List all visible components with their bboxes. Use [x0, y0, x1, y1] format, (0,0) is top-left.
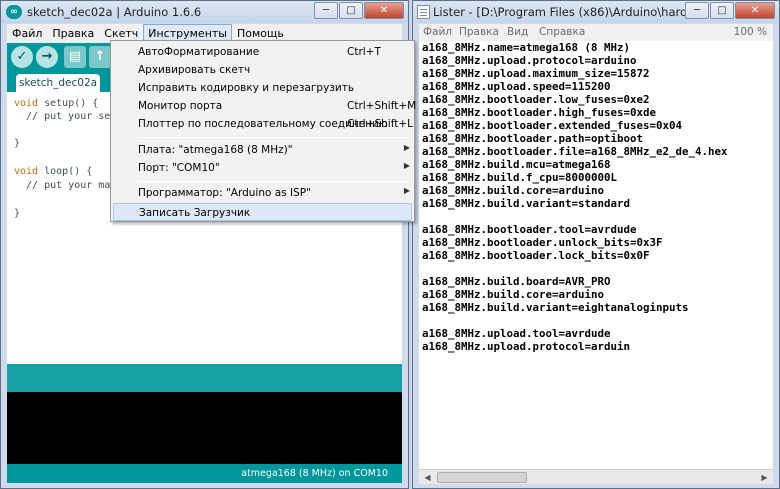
scrollbar-thumb[interactable] [437, 472, 527, 483]
text-line: a168_8MHz.build.variant=standard [422, 197, 631, 210]
text-line: a168_8MHz.build.core=arduino [422, 184, 605, 197]
code-line: void setup() { [14, 98, 99, 109]
menu-item-burn-bootloader[interactable]: Записать Загрузчик [113, 203, 412, 221]
minimize-button[interactable]: ─ [314, 2, 338, 19]
upload-button[interactable]: → [36, 46, 58, 68]
output-console[interactable] [7, 392, 402, 464]
verify-button[interactable]: ✓ [11, 46, 33, 68]
lister-titlebar[interactable]: Lister - [D:\Program Files (x86)\Arduino… [413, 1, 779, 23]
menu-edit[interactable]: Правка [47, 24, 99, 43]
menu-item-programmer[interactable]: Программатор: "Arduino as ISP" ▶ [113, 184, 412, 202]
zoom-level: 100 % [733, 26, 767, 38]
text-line: a168_8MHz.bootloader.path=optiboot [422, 132, 644, 145]
text-line: a168_8MHz.upload.speed=115200 [422, 80, 611, 93]
text-line: a168_8MHz.build.board=AVR_PRO [422, 275, 611, 288]
lister-caption-buttons: ─ □ ✕ [684, 2, 775, 19]
text-line: a168_8MHz.upload.protocol=arduin [422, 340, 631, 353]
lister-menu-file[interactable]: Файл [423, 26, 452, 38]
text-line: a168_8MHz.build.core=arduino [422, 288, 605, 301]
tab-sketch[interactable]: sketch_dec02a [16, 74, 100, 92]
menu-item-board[interactable]: Плата: "atmega168 (8 MHz)" ▶ [113, 141, 412, 159]
submenu-arrow-icon: ▶ [403, 186, 410, 195]
text-line: a168_8MHz.bootloader.tool=avrdude [422, 223, 637, 236]
text-line: a168_8MHz.build.f_cpu=8000000L [422, 171, 618, 184]
code-line: // put your mai [14, 180, 117, 191]
maximize-button[interactable]: □ [710, 2, 734, 19]
arduino-titlebar[interactable]: ∞ sketch_dec02a | Arduino 1.6.6 ─ □ ✕ [1, 1, 408, 23]
lister-window: Lister - [D:\Program Files (x86)\Arduino… [412, 0, 780, 489]
horizontal-scrollbar[interactable]: ◀ ▶ [419, 469, 773, 484]
text-line: a168_8MHz.bootloader.lock_bits=0x0F [422, 249, 650, 262]
text-line: a168_8MHz.upload.protocol=arduino [422, 54, 637, 67]
close-button[interactable]: ✕ [364, 2, 404, 19]
scroll-left-icon[interactable]: ◀ [420, 471, 435, 484]
text-line: a168_8MHz.bootloader.low_fuses=0xe2 [422, 93, 650, 106]
code-line: } [14, 138, 21, 149]
submenu-arrow-icon: ▶ [403, 161, 410, 170]
submenu-arrow-icon: ▶ [403, 143, 410, 152]
menu-file[interactable]: Файл [7, 24, 47, 43]
lister-menubar: Файл Правка Вид Справка 100 % [419, 24, 773, 41]
code-line: // put your set [14, 111, 117, 122]
menu-item-autoformat[interactable]: АвтоФорматирование Ctrl+T [113, 43, 412, 61]
text-line: a168_8MHz.name=atmega168 (8 MHz) [422, 41, 631, 54]
close-button[interactable]: ✕ [735, 2, 775, 19]
menu-separator [138, 181, 410, 182]
minimize-button[interactable]: ─ [685, 2, 709, 19]
menu-item-serial-plotter[interactable]: Плоттер по последовательному соединению … [113, 115, 413, 133]
menu-separator [138, 137, 410, 138]
lister-text-view[interactable]: a168_8MHz.name=atmega168 (8 MHz) a168_8M… [419, 41, 773, 469]
tools-dropdown-menu: АвтоФорматирование Ctrl+T Архивировать с… [110, 40, 416, 222]
code-line: void loop() { [14, 166, 93, 177]
arduino-caption-buttons: ─ □ ✕ [313, 2, 404, 19]
menu-item-fix-encoding[interactable]: Исправить кодировку и перезагрузить [113, 79, 412, 97]
menu-item-serial-monitor[interactable]: Монитор порта Ctrl+Shift+M [113, 97, 416, 115]
scroll-right-icon[interactable]: ▶ [757, 471, 772, 484]
board-status-bar: atmega168 (8 MHz) on COM10 [7, 464, 402, 483]
text-line: a168_8MHz.bootloader.extended_fuses=0x04 [422, 119, 683, 132]
maximize-button[interactable]: □ [339, 2, 363, 19]
arduino-app-icon: ∞ [6, 5, 22, 19]
lister-menu-edit[interactable]: Правка [459, 26, 499, 38]
text-line: a168_8MHz.upload.tool=avrdude [422, 327, 611, 340]
text-line: a168_8MHz.bootloader.high_fuses=0xde [422, 106, 657, 119]
lister-app-icon [417, 5, 430, 19]
text-line: a168_8MHz.build.mcu=atmega168 [422, 158, 611, 171]
lister-menu-help[interactable]: Справка [539, 26, 585, 38]
new-sketch-button[interactable]: ▤ [64, 46, 86, 68]
text-line: a168_8MHz.upload.maximum_size=15872 [422, 67, 650, 80]
message-bar [7, 364, 402, 392]
arduino-window-title: sketch_dec02a | Arduino 1.6.6 [27, 5, 202, 19]
board-status-text: atmega168 (8 MHz) on COM10 [241, 468, 388, 479]
menu-item-port[interactable]: Порт: "COM10" ▶ [113, 159, 412, 177]
code-line: } [14, 208, 21, 219]
text-line: a168_8MHz.bootloader.unlock_bits=0x3F [422, 236, 663, 249]
open-sketch-button[interactable]: ↑ [89, 46, 111, 68]
lister-window-title: Lister - [D:\Program Files (x86)\Arduino… [433, 5, 703, 19]
menu-item-archive-sketch[interactable]: Архивировать скетч [113, 61, 412, 79]
text-line: a168_8MHz.build.variant=eightanaloginput… [422, 301, 689, 314]
lister-menu-view[interactable]: Вид [507, 26, 528, 38]
text-line: a168_8MHz.bootloader.file=a168_8MHz_e2_d… [422, 145, 728, 158]
